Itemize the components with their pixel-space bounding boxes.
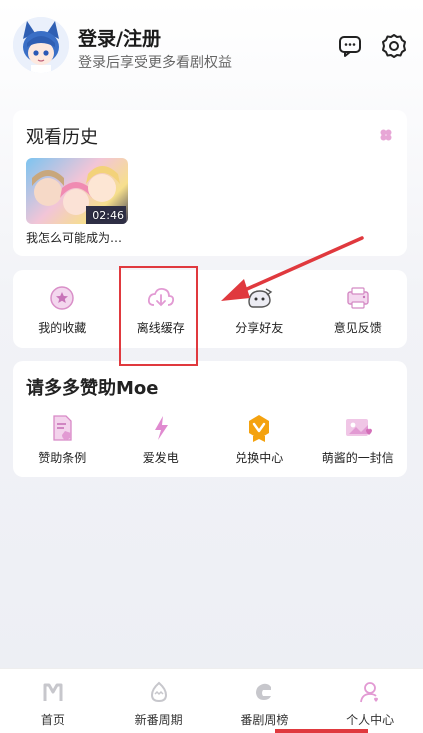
watch-history-title: 观看历史: [26, 127, 98, 148]
quick-item-label: 我的收藏: [38, 321, 87, 335]
profile-header: 登录/注册 登录后享受更多看剧权益: [0, 0, 423, 95]
tab-profile[interactable]: 个人中心: [317, 669, 423, 733]
sponsor-item-label: 赞助条例: [38, 451, 87, 465]
terms-icon: [53, 415, 72, 441]
sponsor-item-letter[interactable]: 萌酱的一封信: [309, 413, 408, 466]
message-icon[interactable]: [337, 33, 363, 59]
quick-item-feedback[interactable]: 意见反馈: [309, 283, 408, 336]
tab-label: 首页: [40, 713, 65, 727]
clover-icon[interactable]: [379, 128, 393, 142]
quick-item-favorites[interactable]: 我的收藏: [13, 283, 112, 336]
sponsor-item-label: 萌酱的一封信: [321, 451, 394, 465]
login-subtitle: 登录后享受更多看剧权益: [78, 55, 232, 71]
tab-weekly-ranking[interactable]: 番剧周榜: [212, 669, 318, 733]
favorites-icon: [50, 286, 74, 310]
sponsor-item-redeem[interactable]: 兑换中心: [210, 413, 309, 466]
login-register-title[interactable]: 登录/注册: [78, 24, 161, 51]
quick-item-label: 分享好友: [235, 321, 284, 335]
sponsor-item-label: 兑换中心: [235, 451, 284, 465]
quick-actions-card: 我的收藏 离线缓存 分享好友 意见反馈: [13, 270, 407, 348]
history-item-title[interactable]: 我怎么可能成为…: [26, 229, 122, 246]
tab-label: 新番周期: [134, 713, 183, 727]
redeem-icon: [249, 415, 270, 442]
active-tab-indicator: [275, 729, 368, 733]
sponsor-title: 请多多赞助Moe: [26, 378, 159, 399]
tab-label: 番剧周榜: [240, 713, 289, 727]
quick-item-share[interactable]: 分享好友: [210, 283, 309, 336]
history-item-duration: 02:46: [92, 209, 124, 222]
tab-home[interactable]: 首页: [0, 669, 106, 733]
quick-item-label: 意见反馈: [333, 321, 382, 335]
bottom-tab-bar: 首页 新番周期 番剧周榜 个人中心: [0, 668, 423, 733]
tab-new-season[interactable]: 新番周期: [106, 669, 212, 733]
sponsor-item-afdian[interactable]: 爱发电: [112, 413, 211, 466]
letter-icon: [345, 419, 372, 436]
tab-label: 个人中心: [346, 713, 395, 727]
lightning-icon: [154, 416, 168, 440]
annotation-highlight-box: [119, 266, 198, 366]
sponsor-card: 请多多赞助Moe 赞助条例 爱发电 兑换中心 萌酱的一封信: [13, 361, 407, 477]
settings-icon[interactable]: [381, 33, 407, 59]
sponsor-item-label: 爱发电: [142, 451, 179, 465]
sponsor-item-terms[interactable]: 赞助条例: [13, 413, 112, 466]
ranking-icon: [256, 683, 272, 700]
feedback-icon: [347, 287, 369, 309]
watch-history-card: 观看历史 02:46 我怎么可能成为…: [13, 110, 407, 256]
user-icon: [360, 682, 379, 703]
home-icon: [43, 683, 63, 701]
history-item-thumbnail[interactable]: 02:46: [26, 158, 128, 224]
avatar-illustration-icon: [13, 17, 69, 73]
egg-icon: [150, 681, 167, 703]
share-icon: [248, 288, 273, 308]
avatar[interactable]: [13, 17, 69, 73]
